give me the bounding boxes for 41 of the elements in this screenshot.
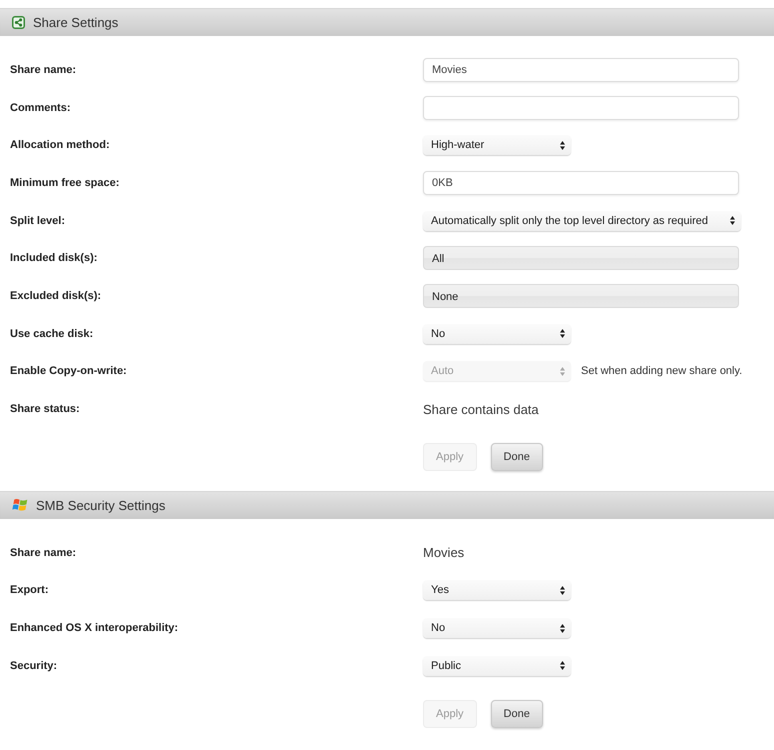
updown-arrows-icon (560, 140, 565, 150)
form-button[interactable]: Done (490, 442, 543, 471)
field-label: Share name: (10, 546, 76, 559)
field-label: Export: (10, 584, 48, 596)
disk-selector[interactable]: None (423, 284, 739, 308)
value-text: Movies (423, 545, 464, 560)
field-label: Enable Copy-on-write: (10, 365, 127, 378)
updown-arrows-icon (560, 586, 565, 595)
field-label: Included disk(s): (10, 252, 98, 264)
dropdown[interactable]: No (423, 324, 571, 344)
updown-arrows-icon (730, 216, 735, 226)
updown-arrows-icon (560, 366, 565, 376)
text-field[interactable]: Movies (423, 58, 739, 82)
field-label: Comments: (10, 102, 71, 114)
field-label: Split level: (10, 214, 66, 227)
disk-selector[interactable]: All (423, 246, 739, 270)
field-label: Minimum free space: (10, 176, 120, 189)
dropdown[interactable]: Public (423, 656, 571, 676)
field-label: Enhanced OS X interoperability: (10, 622, 178, 634)
dropdown[interactable]: Automatically split only the top level directory as required (423, 210, 741, 231)
field-label: Use cache disk: (10, 328, 94, 340)
updown-arrows-icon (560, 661, 565, 670)
updown-arrows-icon (560, 329, 565, 338)
field-label: Allocation method: (10, 139, 110, 152)
form-button[interactable]: Done (490, 700, 543, 728)
field-label: Excluded disk(s): (10, 290, 102, 302)
updown-arrows-icon (560, 624, 565, 633)
dropdown[interactable]: No (423, 618, 571, 638)
dropdown[interactable]: Yes (423, 580, 571, 600)
value-text: Share contains data (423, 402, 539, 417)
windows-flag-icon (12, 498, 28, 512)
section-title: Share Settings (33, 15, 118, 30)
hint-text: Set when adding new share only. (581, 365, 742, 378)
field-label: Share status: (10, 403, 80, 416)
field-label: Security: (10, 660, 58, 672)
share-icon (12, 16, 25, 29)
dropdown[interactable]: High-water (423, 135, 571, 156)
field-label: Share name: (10, 64, 76, 76)
text-field[interactable] (423, 96, 739, 120)
section-title: SMB Security Settings (36, 498, 166, 513)
text-field[interactable]: 0KB (423, 170, 739, 195)
